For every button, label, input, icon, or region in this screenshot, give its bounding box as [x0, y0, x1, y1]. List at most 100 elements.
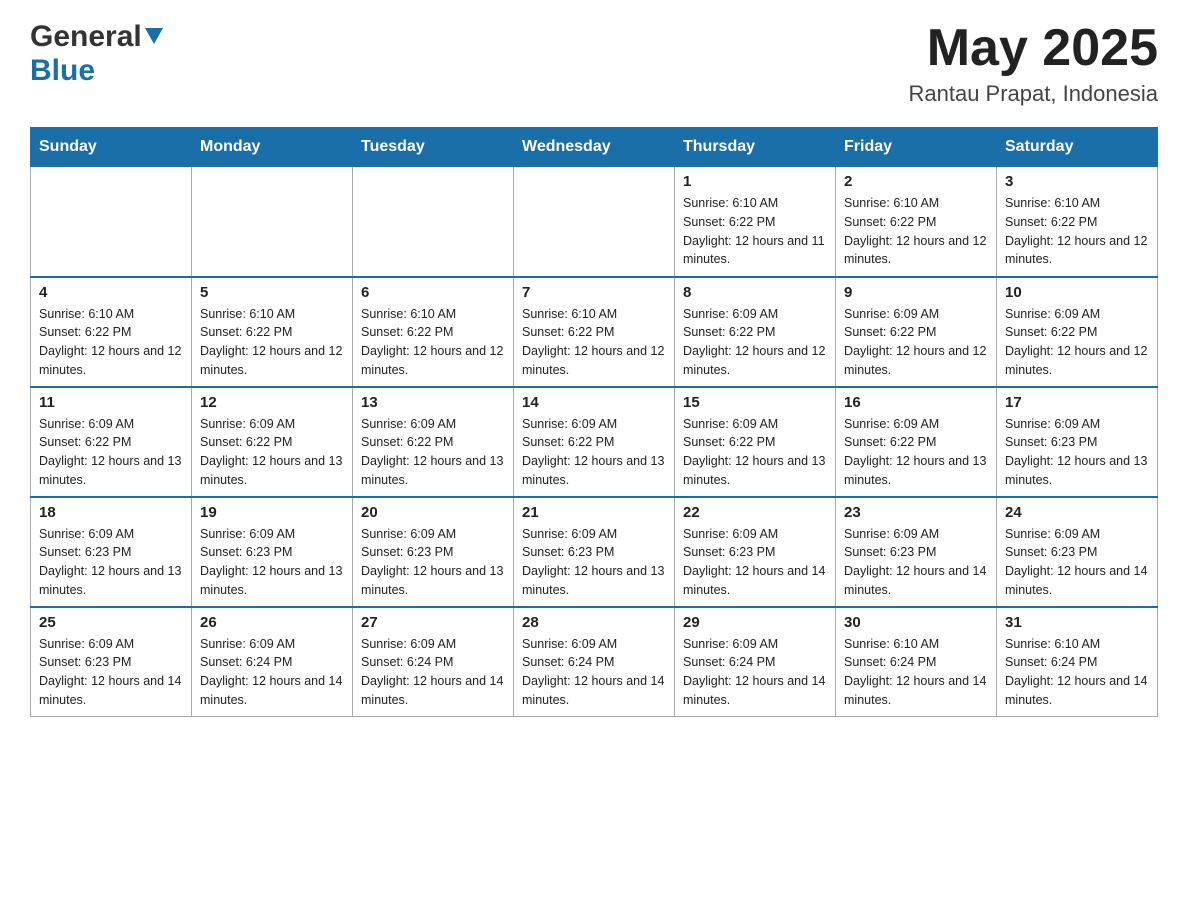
calendar-cell: 30 Sunrise: 6:10 AMSunset: 6:24 PMDaylig…: [836, 607, 997, 717]
calendar-header-row: SundayMondayTuesdayWednesdayThursdayFrid…: [31, 128, 1158, 167]
calendar-week-1: 1 Sunrise: 6:10 AMSunset: 6:22 PMDayligh…: [31, 167, 1158, 277]
calendar-table: SundayMondayTuesdayWednesdayThursdayFrid…: [30, 127, 1158, 717]
calendar-week-2: 4 Sunrise: 6:10 AMSunset: 6:22 PMDayligh…: [31, 277, 1158, 387]
day-number: 2: [844, 173, 988, 190]
day-number: 19: [200, 504, 344, 521]
day-info: Sunrise: 6:09 AMSunset: 6:23 PMDaylight:…: [39, 525, 183, 600]
day-info: Sunrise: 6:09 AMSunset: 6:22 PMDaylight:…: [844, 305, 988, 380]
day-info: Sunrise: 6:09 AMSunset: 6:23 PMDaylight:…: [200, 525, 344, 600]
day-info: Sunrise: 6:09 AMSunset: 6:22 PMDaylight:…: [361, 415, 505, 490]
day-number: 15: [683, 394, 827, 411]
day-info: Sunrise: 6:09 AMSunset: 6:22 PMDaylight:…: [39, 415, 183, 490]
day-info: Sunrise: 6:09 AMSunset: 6:23 PMDaylight:…: [39, 635, 183, 710]
calendar-cell: 5 Sunrise: 6:10 AMSunset: 6:22 PMDayligh…: [192, 277, 353, 387]
day-info: Sunrise: 6:09 AMSunset: 6:22 PMDaylight:…: [683, 415, 827, 490]
day-info: Sunrise: 6:10 AMSunset: 6:22 PMDaylight:…: [39, 305, 183, 380]
day-info: Sunrise: 6:10 AMSunset: 6:22 PMDaylight:…: [683, 194, 827, 269]
day-number: 7: [522, 284, 666, 301]
calendar-cell: 14 Sunrise: 6:09 AMSunset: 6:22 PMDaylig…: [514, 387, 675, 497]
calendar-cell: 15 Sunrise: 6:09 AMSunset: 6:22 PMDaylig…: [675, 387, 836, 497]
day-number: 27: [361, 614, 505, 631]
day-number: 29: [683, 614, 827, 631]
day-number: 24: [1005, 504, 1149, 521]
calendar-cell: 31 Sunrise: 6:10 AMSunset: 6:24 PMDaylig…: [997, 607, 1158, 717]
day-number: 25: [39, 614, 183, 631]
logo-arrow-icon: [145, 28, 163, 51]
col-header-sunday: Sunday: [31, 128, 192, 167]
calendar-cell: 28 Sunrise: 6:09 AMSunset: 6:24 PMDaylig…: [514, 607, 675, 717]
calendar-cell: 17 Sunrise: 6:09 AMSunset: 6:23 PMDaylig…: [997, 387, 1158, 497]
calendar-week-4: 18 Sunrise: 6:09 AMSunset: 6:23 PMDaylig…: [31, 497, 1158, 607]
day-info: Sunrise: 6:09 AMSunset: 6:23 PMDaylight:…: [1005, 525, 1149, 600]
day-number: 12: [200, 394, 344, 411]
calendar-cell: 13 Sunrise: 6:09 AMSunset: 6:22 PMDaylig…: [353, 387, 514, 497]
day-number: 8: [683, 284, 827, 301]
day-number: 3: [1005, 173, 1149, 190]
day-info: Sunrise: 6:09 AMSunset: 6:23 PMDaylight:…: [844, 525, 988, 600]
day-info: Sunrise: 6:10 AMSunset: 6:24 PMDaylight:…: [844, 635, 988, 710]
calendar-cell: [353, 167, 514, 277]
day-number: 26: [200, 614, 344, 631]
day-number: 28: [522, 614, 666, 631]
calendar-cell: [192, 167, 353, 277]
calendar-cell: 29 Sunrise: 6:09 AMSunset: 6:24 PMDaylig…: [675, 607, 836, 717]
calendar-week-5: 25 Sunrise: 6:09 AMSunset: 6:23 PMDaylig…: [31, 607, 1158, 717]
day-info: Sunrise: 6:10 AMSunset: 6:22 PMDaylight:…: [522, 305, 666, 380]
day-info: Sunrise: 6:10 AMSunset: 6:22 PMDaylight:…: [361, 305, 505, 380]
calendar-cell: 4 Sunrise: 6:10 AMSunset: 6:22 PMDayligh…: [31, 277, 192, 387]
day-info: Sunrise: 6:09 AMSunset: 6:22 PMDaylight:…: [200, 415, 344, 490]
day-info: Sunrise: 6:09 AMSunset: 6:23 PMDaylight:…: [522, 525, 666, 600]
calendar-cell: 26 Sunrise: 6:09 AMSunset: 6:24 PMDaylig…: [192, 607, 353, 717]
day-number: 13: [361, 394, 505, 411]
calendar-cell: 7 Sunrise: 6:10 AMSunset: 6:22 PMDayligh…: [514, 277, 675, 387]
col-header-wednesday: Wednesday: [514, 128, 675, 167]
day-info: Sunrise: 6:09 AMSunset: 6:22 PMDaylight:…: [683, 305, 827, 380]
calendar-cell: 25 Sunrise: 6:09 AMSunset: 6:23 PMDaylig…: [31, 607, 192, 717]
calendar-cell: 27 Sunrise: 6:09 AMSunset: 6:24 PMDaylig…: [353, 607, 514, 717]
calendar-cell: 23 Sunrise: 6:09 AMSunset: 6:23 PMDaylig…: [836, 497, 997, 607]
day-info: Sunrise: 6:09 AMSunset: 6:24 PMDaylight:…: [361, 635, 505, 710]
day-info: Sunrise: 6:10 AMSunset: 6:22 PMDaylight:…: [844, 194, 988, 269]
day-number: 18: [39, 504, 183, 521]
day-number: 5: [200, 284, 344, 301]
logo-general: General: [30, 20, 142, 54]
day-info: Sunrise: 6:09 AMSunset: 6:23 PMDaylight:…: [361, 525, 505, 600]
calendar-cell: [31, 167, 192, 277]
title-block: May 2025 Rantau Prapat, Indonesia: [908, 20, 1158, 107]
calendar-cell: 10 Sunrise: 6:09 AMSunset: 6:22 PMDaylig…: [997, 277, 1158, 387]
col-header-friday: Friday: [836, 128, 997, 167]
day-info: Sunrise: 6:09 AMSunset: 6:23 PMDaylight:…: [1005, 415, 1149, 490]
day-info: Sunrise: 6:09 AMSunset: 6:22 PMDaylight:…: [844, 415, 988, 490]
day-number: 31: [1005, 614, 1149, 631]
day-info: Sunrise: 6:09 AMSunset: 6:24 PMDaylight:…: [522, 635, 666, 710]
day-info: Sunrise: 6:09 AMSunset: 6:22 PMDaylight:…: [522, 415, 666, 490]
calendar-cell: 18 Sunrise: 6:09 AMSunset: 6:23 PMDaylig…: [31, 497, 192, 607]
calendar-cell: 1 Sunrise: 6:10 AMSunset: 6:22 PMDayligh…: [675, 167, 836, 277]
calendar-cell: 12 Sunrise: 6:09 AMSunset: 6:22 PMDaylig…: [192, 387, 353, 497]
day-number: 16: [844, 394, 988, 411]
day-info: Sunrise: 6:09 AMSunset: 6:22 PMDaylight:…: [1005, 305, 1149, 380]
col-header-monday: Monday: [192, 128, 353, 167]
calendar-cell: 9 Sunrise: 6:09 AMSunset: 6:22 PMDayligh…: [836, 277, 997, 387]
calendar-cell: 20 Sunrise: 6:09 AMSunset: 6:23 PMDaylig…: [353, 497, 514, 607]
calendar-cell: 24 Sunrise: 6:09 AMSunset: 6:23 PMDaylig…: [997, 497, 1158, 607]
calendar-cell: 21 Sunrise: 6:09 AMSunset: 6:23 PMDaylig…: [514, 497, 675, 607]
day-number: 6: [361, 284, 505, 301]
day-number: 30: [844, 614, 988, 631]
day-info: Sunrise: 6:09 AMSunset: 6:24 PMDaylight:…: [683, 635, 827, 710]
day-number: 10: [1005, 284, 1149, 301]
month-title: May 2025: [908, 20, 1158, 77]
day-info: Sunrise: 6:10 AMSunset: 6:24 PMDaylight:…: [1005, 635, 1149, 710]
page-header: General Blue May 2025 Rantau Prapat, Ind…: [30, 20, 1158, 107]
calendar-cell: 16 Sunrise: 6:09 AMSunset: 6:22 PMDaylig…: [836, 387, 997, 497]
day-number: 11: [39, 394, 183, 411]
day-info: Sunrise: 6:09 AMSunset: 6:24 PMDaylight:…: [200, 635, 344, 710]
day-number: 14: [522, 394, 666, 411]
day-number: 20: [361, 504, 505, 521]
calendar-cell: 3 Sunrise: 6:10 AMSunset: 6:22 PMDayligh…: [997, 167, 1158, 277]
col-header-thursday: Thursday: [675, 128, 836, 167]
calendar-cell: 19 Sunrise: 6:09 AMSunset: 6:23 PMDaylig…: [192, 497, 353, 607]
day-info: Sunrise: 6:09 AMSunset: 6:23 PMDaylight:…: [683, 525, 827, 600]
calendar-cell: 8 Sunrise: 6:09 AMSunset: 6:22 PMDayligh…: [675, 277, 836, 387]
day-info: Sunrise: 6:10 AMSunset: 6:22 PMDaylight:…: [1005, 194, 1149, 269]
